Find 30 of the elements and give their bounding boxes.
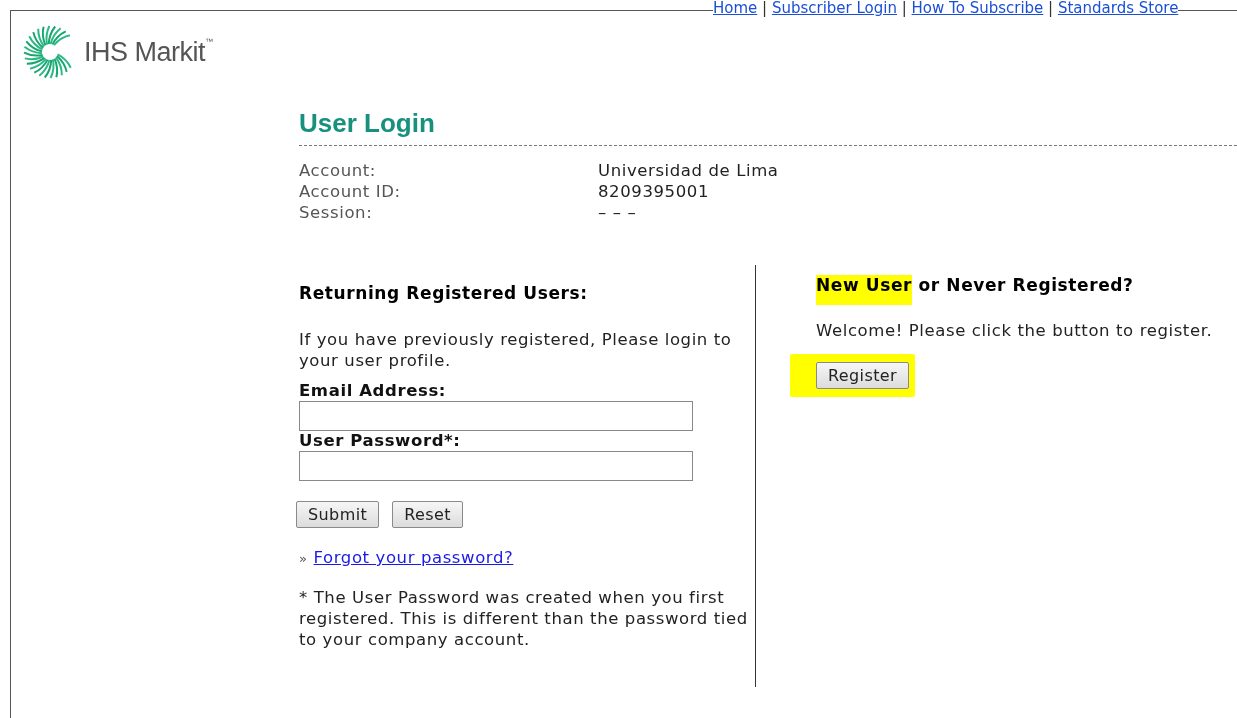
field-label: Email Address:: [299, 381, 446, 401]
bullet-glyph: »: [299, 551, 308, 566]
register-button[interactable]: Register: [816, 362, 910, 389]
separator: |: [1047, 0, 1055, 17]
info-value: Universidad de Lima: [598, 160, 779, 181]
intro-text: If you have previously registered, Please login to your user profile.: [299, 329, 733, 371]
logo-text: IHS Markit$^{™}$: [84, 36, 213, 68]
form-button[interactable]: Reset: [392, 501, 463, 528]
field-label: User Password*:: [299, 431, 461, 451]
note-text: * The User Password was created when you first registered. This is different than the password tied to your company account.: [299, 587, 749, 650]
welcome-text: Welcome! Please click the button to register.: [816, 321, 1213, 340]
page-title: User Login: [299, 108, 435, 140]
info-label: Account ID:: [299, 181, 401, 202]
info-label: Account:: [299, 160, 376, 181]
heading-text: or Never Registered?: [917, 275, 1134, 295]
info-label: Session:: [299, 202, 373, 223]
heading-highlighted-text: New User: [816, 275, 913, 305]
nav-link[interactable]: Subscriber Login: [771, 0, 897, 17]
input-field[interactable]: [299, 451, 693, 481]
section-heading: Returning Registered Users:: [299, 283, 588, 303]
input-field[interactable]: [299, 401, 693, 431]
separator: |: [761, 0, 769, 17]
info-value: – – –: [598, 202, 637, 223]
forgot-password-link[interactable]: Forgot your password?: [313, 548, 514, 567]
separator: |: [900, 0, 908, 17]
nav-link[interactable]: Standards Store: [1057, 0, 1179, 17]
nav-link[interactable]: How To Subscribe: [911, 0, 1044, 17]
form-button[interactable]: Submit: [296, 501, 380, 528]
info-value: 8209395001: [598, 181, 709, 202]
nav-link[interactable]: Home: [713, 0, 758, 17]
